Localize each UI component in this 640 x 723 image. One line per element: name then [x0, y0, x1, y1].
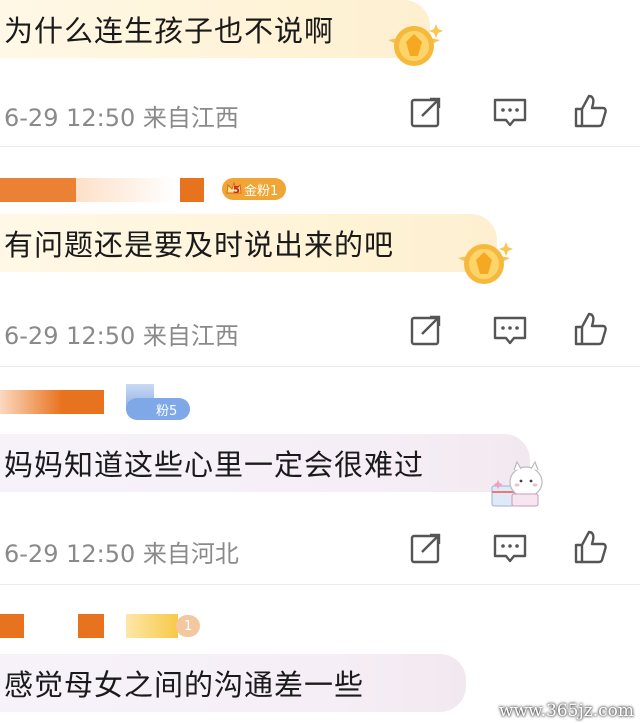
comment-meta: 6-29 12:50 来自江西 — [4, 322, 239, 350]
fan-badge: 粉5 — [126, 398, 190, 420]
fan-badge-label: 粉5 — [156, 403, 178, 419]
username — [180, 178, 204, 202]
username-row: 1 — [0, 610, 640, 644]
divider — [0, 584, 640, 585]
thumb-up-icon[interactable] — [570, 310, 610, 350]
comment-icon[interactable] — [490, 528, 530, 568]
comment-meta: 6-29 12:50 来自河北 — [4, 540, 239, 568]
medal-icon — [382, 18, 446, 74]
comment-icon[interactable] — [490, 310, 530, 350]
sticker-icon — [488, 456, 548, 516]
divider — [0, 146, 640, 147]
fan-badge-label: 金粉1 — [244, 183, 279, 199]
fan-badge: 1 — [176, 615, 200, 637]
comment-text: 为什么连生孩子也不说啊 — [4, 14, 335, 48]
comment-bubble: 为什么连生孩子也不说啊 — [0, 0, 430, 58]
comment-meta-row: 6-29 12:50 来自江西 — [0, 92, 640, 132]
fan-badge-label: 1 — [184, 618, 193, 634]
username — [78, 614, 104, 638]
username-row: 粉5 — [0, 384, 640, 420]
fan-badge-level: 5 — [233, 185, 240, 196]
fan-badge: 5 金粉1 — [222, 178, 286, 200]
comment-bubble: 有问题还是要及时说出来的吧 — [0, 214, 497, 272]
watermark: www.365jz.com — [499, 701, 634, 721]
comment-bubble: 感觉母女之间的沟通差一些 — [0, 654, 466, 712]
share-icon[interactable] — [406, 310, 446, 350]
thumb-up-icon[interactable] — [570, 528, 610, 568]
username-row: 5 金粉1 — [0, 174, 640, 208]
divider — [0, 366, 640, 367]
username[interactable] — [0, 390, 104, 414]
comment-text: 有问题还是要及时说出来的吧 — [4, 228, 395, 262]
username — [76, 178, 176, 202]
thumb-up-icon[interactable] — [570, 92, 610, 132]
comment-icon[interactable] — [490, 92, 530, 132]
username — [126, 614, 178, 638]
username[interactable] — [0, 614, 24, 638]
comment-meta-row: 6-29 12:50 来自江西 — [0, 310, 640, 350]
comment-text: 感觉母女之间的沟通差一些 — [4, 668, 365, 702]
comment-bubble: 妈妈知道这些心里一定会很难过 — [0, 434, 530, 492]
comment-text: 妈妈知道这些心里一定会很难过 — [4, 448, 425, 482]
medal-icon — [452, 236, 516, 292]
share-icon[interactable] — [406, 92, 446, 132]
comment-meta: 6-29 12:50 来自江西 — [4, 104, 239, 132]
username[interactable] — [0, 178, 78, 202]
comment-meta-row: 6-29 12:50 来自河北 — [0, 528, 640, 568]
share-icon[interactable] — [406, 528, 446, 568]
